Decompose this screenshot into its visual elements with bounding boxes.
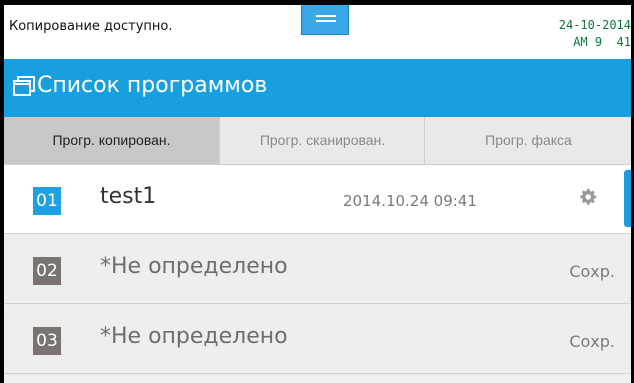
tab-label: Прогр. сканирован. <box>259 132 386 148</box>
device-frame: Копирование доступно. 24-10-2014 AM 9 41… <box>0 0 634 383</box>
window-icon <box>13 76 35 96</box>
program-name: test1 <box>100 184 157 209</box>
program-name: *Не определено <box>100 254 288 279</box>
tab-label: Прогр. копирован. <box>52 132 171 148</box>
tab-scan-programs[interactable]: Прогр. сканирован. <box>219 117 425 164</box>
gear-icon[interactable] <box>580 188 598 206</box>
status-date: 24-10-2014 <box>558 18 631 32</box>
save-button[interactable]: Сохр. <box>569 332 615 351</box>
save-button[interactable]: Сохр. <box>569 262 615 281</box>
status-time: AM 9 41 <box>573 35 631 49</box>
pull-down-handle[interactable] <box>301 5 349 35</box>
tab-fax-programs[interactable]: Прогр. факса <box>424 117 631 164</box>
program-date: 2014.10.24 09:41 <box>343 192 477 210</box>
tab-label: Прогр. факса <box>485 132 572 148</box>
datetime: 24-10-2014 AM 9 41 <box>559 17 631 51</box>
handle-line-icon <box>316 15 336 17</box>
program-list: 01 test1 2014.10.24 09:41 02 *Не определ… <box>4 165 631 383</box>
tab-copy-programs[interactable]: Прогр. копирован. <box>4 117 219 164</box>
handle-line-icon <box>316 20 336 22</box>
program-number: 03 <box>33 327 61 355</box>
page-title: Список программов <box>37 73 268 98</box>
program-number: 02 <box>33 257 61 285</box>
status-bar: Копирование доступно. 24-10-2014 AM 9 41 <box>4 5 631 59</box>
list-item[interactable]: 03 *Не определено Сохр. <box>4 305 631 374</box>
tab-bar: Прогр. копирован. Прогр. сканирован. Про… <box>4 117 631 165</box>
program-name: *Не определено <box>100 324 288 349</box>
title-bar: Список программов <box>4 59 631 117</box>
scroll-indicator[interactable] <box>624 170 631 227</box>
screen: Копирование доступно. 24-10-2014 AM 9 41… <box>4 5 631 383</box>
list-item[interactable]: 01 test1 2014.10.24 09:41 <box>4 165 631 234</box>
list-item[interactable]: 02 *Не определено Сохр. <box>4 235 631 304</box>
program-number: 01 <box>33 187 61 215</box>
status-message: Копирование доступно. <box>9 19 173 34</box>
